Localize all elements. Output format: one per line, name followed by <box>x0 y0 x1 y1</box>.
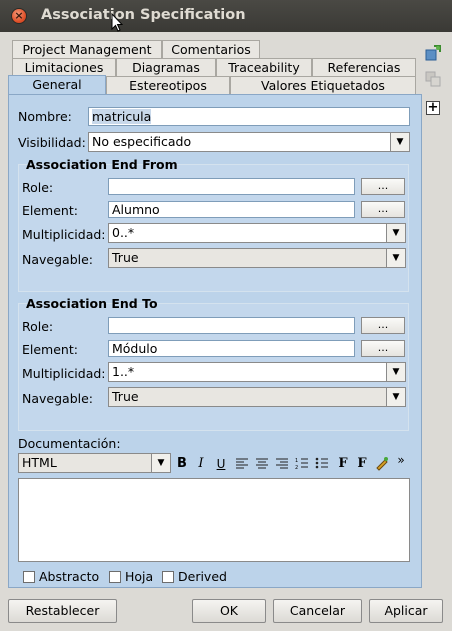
visibilidad-select[interactable]: No especificado ▼ <box>88 132 410 152</box>
to-mult-label: Multiplicidad: <box>22 366 106 381</box>
from-role-input[interactable] <box>108 178 355 195</box>
bold-icon[interactable]: B <box>174 456 190 472</box>
font-icon[interactable]: F <box>335 456 351 472</box>
add-stereotype-icon[interactable] <box>424 44 442 62</box>
to-element-label: Element: <box>22 342 78 357</box>
from-mult-value: 0..* <box>112 225 135 240</box>
from-mult-label: Multiplicidad: <box>22 227 106 242</box>
aplicar-button[interactable]: Aplicar <box>369 599 443 623</box>
svg-text:1: 1 <box>295 458 298 464</box>
to-role-input[interactable] <box>108 317 355 334</box>
expand-icon[interactable]: + <box>426 101 440 115</box>
tab-referencias[interactable]: Referencias <box>312 58 416 77</box>
doc-format-value: HTML <box>22 455 57 470</box>
tab-general[interactable]: General <box>8 75 106 96</box>
from-element-label: Element: <box>22 203 78 218</box>
align-right-icon[interactable] <box>275 458 289 470</box>
to-nav-value: True <box>112 389 139 404</box>
italic-icon[interactable]: I <box>193 456 209 472</box>
tab-diagramas[interactable]: Diagramas <box>116 58 216 77</box>
copy-icon <box>425 71 441 87</box>
dialog-window: × Association Specification + Project Ma… <box>0 0 452 631</box>
visibilidad-value: No especificado <box>92 134 192 149</box>
end-from-title: Association End From <box>26 157 178 172</box>
to-element-input[interactable]: Módulo <box>108 340 355 357</box>
visibilidad-label: Visibilidad: <box>18 135 86 150</box>
font-size-icon[interactable]: F <box>354 456 370 472</box>
to-mult-select[interactable]: 1..* ▼ <box>108 362 406 382</box>
tab-valores-etiquetados[interactable]: Valores Etiquetados <box>230 76 416 95</box>
doc-format-select[interactable]: HTML ▼ <box>18 453 171 473</box>
chevron-down-icon: ▼ <box>151 454 170 472</box>
from-nav-value: True <box>112 250 139 265</box>
from-mult-select[interactable]: 0..* ▼ <box>108 223 406 243</box>
tab-traceability[interactable]: Traceability <box>216 58 312 77</box>
bullet-list-icon[interactable] <box>315 457 329 470</box>
abstracto-label: Abstracto <box>39 569 100 584</box>
from-nav-label: Navegable: <box>22 252 94 267</box>
close-icon[interactable]: × <box>11 8 27 24</box>
underline-icon[interactable]: U <box>213 456 229 472</box>
mouse-pointer-icon <box>111 13 123 32</box>
svg-text:2: 2 <box>295 465 298 470</box>
to-mult-value: 1..* <box>112 364 135 379</box>
restablecer-button[interactable]: Restablecer <box>8 599 117 623</box>
chevron-down-icon: ▼ <box>386 363 405 381</box>
nombre-value: matricula <box>92 109 152 124</box>
align-center-icon[interactable] <box>255 458 269 470</box>
from-role-browse-button[interactable]: ... <box>361 178 405 195</box>
documentacion-label: Documentación: <box>18 436 121 451</box>
cancelar-button[interactable]: Cancelar <box>273 599 362 623</box>
derived-checkbox[interactable] <box>162 571 174 583</box>
from-element-input[interactable]: Alumno <box>108 201 355 218</box>
window-title: Association Specification <box>41 7 246 23</box>
derived-label: Derived <box>178 569 227 584</box>
to-nav-select[interactable]: True ▼ <box>108 387 406 407</box>
title-bar[interactable]: × Association Specification <box>0 0 452 32</box>
color-icon[interactable] <box>374 456 390 471</box>
tab-project-management[interactable]: Project Management <box>12 40 162 59</box>
abstracto-checkbox[interactable] <box>23 571 35 583</box>
from-role-label: Role: <box>22 180 54 195</box>
nombre-label: Nombre: <box>18 109 72 124</box>
chevron-down-icon: ▼ <box>386 249 405 267</box>
from-element-browse-button[interactable]: ... <box>361 201 405 218</box>
chevron-down-icon: ▼ <box>390 133 409 151</box>
hoja-checkbox[interactable] <box>109 571 121 583</box>
to-nav-label: Navegable: <box>22 391 94 406</box>
nombre-input[interactable]: matricula <box>88 107 410 126</box>
hoja-label: Hoja <box>125 569 154 584</box>
numbered-list-icon[interactable]: 12 <box>295 457 309 470</box>
end-to-title: Association End To <box>26 296 158 311</box>
documentacion-textarea[interactable] <box>18 478 410 562</box>
chevron-down-icon: ▼ <box>386 224 405 242</box>
to-role-browse-button[interactable]: ... <box>361 317 405 334</box>
to-element-browse-button[interactable]: ... <box>361 340 405 357</box>
chevron-down-icon: ▼ <box>386 388 405 406</box>
ok-button[interactable]: OK <box>192 599 266 623</box>
align-left-icon[interactable] <box>235 458 249 470</box>
to-role-label: Role: <box>22 319 54 334</box>
tab-estereotipos[interactable]: Estereotipos <box>106 76 230 95</box>
from-nav-select[interactable]: True ▼ <box>108 248 406 268</box>
tab-comentarios[interactable]: Comentarios <box>162 40 260 59</box>
more-icon[interactable]: » <box>393 452 409 468</box>
